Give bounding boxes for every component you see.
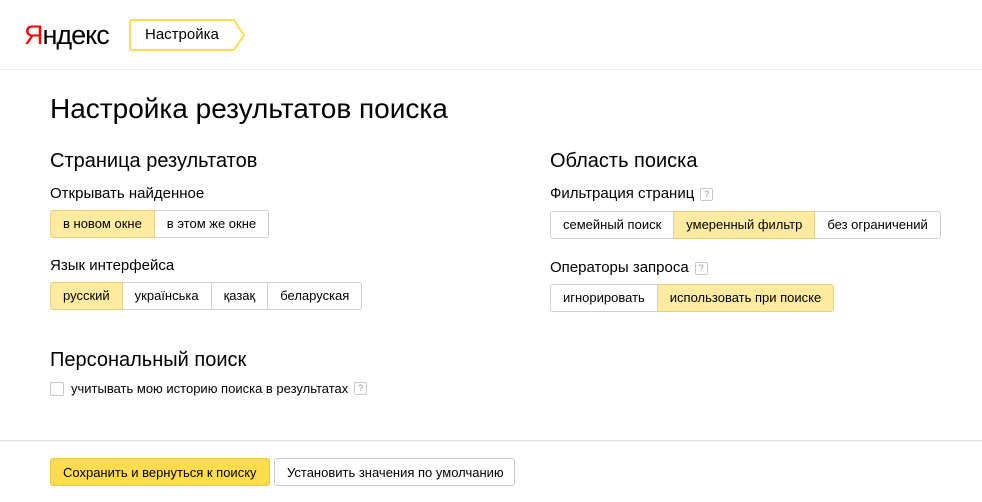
operators-ignore-option[interactable]: игнорировать bbox=[550, 284, 658, 312]
query-operators-label: Операторы запроса ? bbox=[550, 258, 708, 278]
query-operators-help-icon[interactable]: ? bbox=[694, 261, 708, 275]
interface-language-label: Язык интерфейса bbox=[50, 256, 174, 276]
open-new-window-option[interactable]: в новом окне bbox=[50, 210, 155, 238]
yandex-logo[interactable]: Яндекс bbox=[24, 19, 110, 51]
search-area-heading: Область поиска bbox=[550, 150, 698, 172]
save-return-button[interactable]: Сохранить и вернуться к поиску bbox=[50, 458, 270, 486]
filter-none-option[interactable]: без ограничений bbox=[815, 211, 941, 239]
breadcrumb[interactable]: Настройка bbox=[129, 19, 245, 51]
page-title: Настройка результатов поиска bbox=[50, 93, 448, 124]
query-operators-label-text: Операторы запроса bbox=[550, 259, 689, 276]
results-page-heading: Страница результатов bbox=[50, 150, 258, 172]
header: Яндекс Настройка bbox=[0, 0, 982, 70]
lang-kazakh-option[interactable]: қазақ bbox=[211, 282, 269, 310]
reset-defaults-button[interactable]: Установить значения по умолчанию bbox=[274, 458, 515, 486]
history-help-icon[interactable]: ? bbox=[354, 382, 368, 395]
history-checkbox[interactable] bbox=[50, 381, 64, 396]
lang-ukrainian-option[interactable]: українська bbox=[122, 282, 212, 310]
open-found-label-text: Открывать найденное bbox=[50, 185, 205, 202]
page-filter-selector: семейный поиск умеренный фильтр без огра… bbox=[550, 211, 941, 239]
page-filter-help-icon[interactable]: ? bbox=[700, 187, 714, 201]
interface-language-selector: русский українська қазақ беларуская bbox=[50, 282, 363, 310]
logo-rest: ндекс bbox=[42, 20, 110, 50]
lang-russian-option[interactable]: русский bbox=[50, 282, 123, 310]
page-filter-label: Фильтрация страниц ? bbox=[550, 184, 714, 204]
history-checkbox-row[interactable]: учитывать мою историю поиска в результат… bbox=[50, 381, 368, 396]
filter-moderate-option[interactable]: умеренный фильтр bbox=[674, 211, 816, 239]
breadcrumb-label: Настройка bbox=[129, 19, 233, 51]
logo-first-letter: Я bbox=[24, 20, 43, 50]
personal-search-heading: Персональный поиск bbox=[50, 349, 247, 371]
interface-language-label-text: Язык интерфейса bbox=[50, 257, 175, 274]
open-found-selector: в новом окне в этом же окне bbox=[50, 210, 270, 238]
footer-divider bbox=[0, 440, 982, 441]
lang-belarusian-option[interactable]: беларуская bbox=[268, 282, 363, 310]
filter-family-option[interactable]: семейный поиск bbox=[550, 211, 675, 239]
query-operators-selector: игнорировать использовать при поиске bbox=[550, 284, 835, 312]
open-same-window-option[interactable]: в этом же окне bbox=[154, 210, 270, 238]
history-checkbox-label[interactable]: учитывать мою историю поиска в результат… bbox=[71, 381, 348, 396]
breadcrumb-arrow-icon bbox=[232, 19, 245, 51]
page-filter-label-text: Фильтрация страниц bbox=[550, 185, 695, 202]
operators-use-option[interactable]: использовать при поиске bbox=[657, 284, 835, 312]
open-found-label: Открывать найденное bbox=[50, 184, 204, 204]
